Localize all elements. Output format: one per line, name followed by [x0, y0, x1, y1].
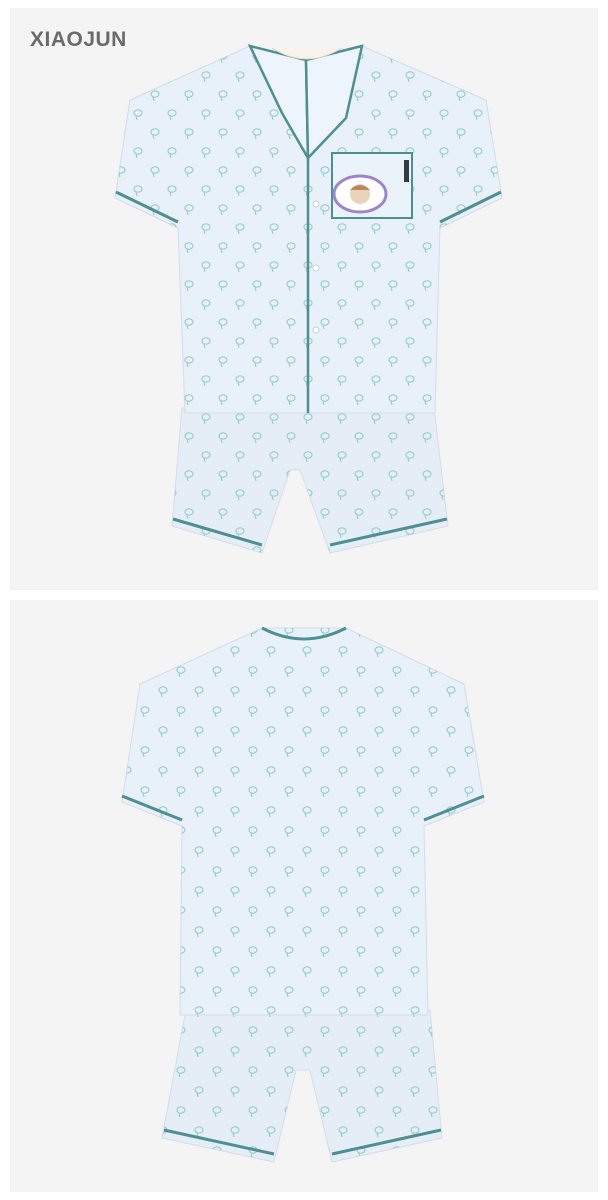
- pocket-label: [404, 160, 409, 182]
- product-back-view: [10, 600, 598, 1192]
- product-front-view: XIAOJUN: [10, 8, 598, 590]
- character-patch: [332, 174, 388, 214]
- pajama-front-illustration: [114, 44, 503, 554]
- shirt-back: [121, 626, 485, 1016]
- shorts-front: [171, 407, 449, 554]
- shorts-back: [161, 1009, 443, 1163]
- pajama-back-illustration: [121, 626, 485, 1163]
- shirt-front: [114, 44, 503, 414]
